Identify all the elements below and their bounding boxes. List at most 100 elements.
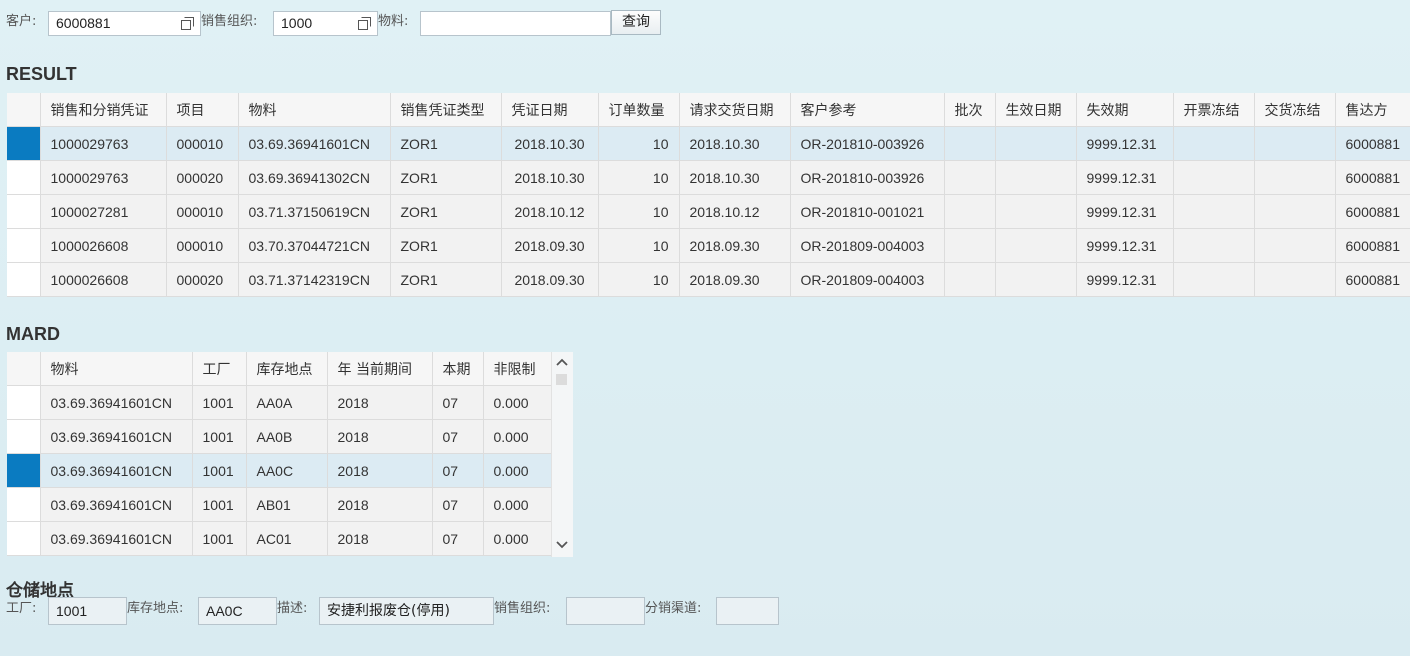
mard-cell: 07 <box>432 487 484 522</box>
storage-salesorg-field[interactable] <box>566 597 645 625</box>
mard-column-header[interactable]: 库存地点 <box>246 352 328 386</box>
result-column-header[interactable]: 销售和分销凭证 <box>40 93 167 127</box>
result-cell: 2018.10.30 <box>679 126 791 161</box>
query-button[interactable]: 查询 <box>611 10 661 35</box>
mard-column-header[interactable]: 年 当前期间 <box>327 352 433 386</box>
mard-cell: 03.69.36941601CN <box>40 487 193 522</box>
row-selector[interactable] <box>7 126 41 161</box>
result-cell: 000010 <box>166 126 239 161</box>
mard-cell: 2018 <box>327 521 433 556</box>
result-cell <box>1173 160 1255 195</box>
result-column-header[interactable]: 订单数量 <box>598 93 680 127</box>
row-selector[interactable] <box>7 385 41 420</box>
result-cell: OR-201810-001021 <box>790 194 945 229</box>
result-cell: ZOR1 <box>390 194 502 229</box>
result-cell: 2018.09.30 <box>679 262 791 297</box>
mard-table-row[interactable]: 03.69.36941601CN 1001 AA0A 2018 07 0.000 <box>7 385 552 420</box>
result-cell: 1000026608 <box>40 262 167 297</box>
mard-column-header[interactable]: 工厂 <box>192 352 247 386</box>
result-cell: 1000029763 <box>40 126 167 161</box>
mard-cell: 07 <box>432 453 484 488</box>
result-column-header[interactable]: 客户参考 <box>790 93 945 127</box>
location-field[interactable]: AA0C <box>198 597 277 625</box>
result-column-header[interactable]: 售达方 <box>1335 93 1410 127</box>
result-cell: 9999.12.31 <box>1076 194 1174 229</box>
result-column-header[interactable]: 生效日期 <box>995 93 1077 127</box>
result-cell <box>995 228 1077 263</box>
result-table-row[interactable]: 1000027281 000010 03.71.37150619CN ZOR1 2018… <box>7 194 1410 229</box>
row-selector[interactable] <box>7 487 41 522</box>
salesorg-value: 1000 <box>281 15 313 31</box>
result-column-header[interactable]: 销售凭证类型 <box>390 93 502 127</box>
result-cell: 9999.12.31 <box>1076 126 1174 161</box>
value-help-icon[interactable] <box>181 17 194 30</box>
result-cell: 10 <box>598 262 680 297</box>
result-cell <box>1173 228 1255 263</box>
result-cell <box>944 228 996 263</box>
scroll-thumb[interactable] <box>556 374 567 385</box>
mard-cell: 07 <box>432 419 484 454</box>
result-cell <box>1254 160 1336 195</box>
result-table-row[interactable]: 1000026608 000020 03.71.37142319CN ZOR1 2018… <box>7 262 1410 297</box>
result-column-header[interactable]: 请求交货日期 <box>679 93 791 127</box>
result-cell <box>995 262 1077 297</box>
row-selector[interactable] <box>7 453 41 488</box>
plant-field[interactable]: 1001 <box>48 597 127 625</box>
mard-cell: 1001 <box>192 419 247 454</box>
mard-cell: 0.000 <box>483 385 552 420</box>
scroll-down-icon[interactable] <box>556 540 568 550</box>
result-table-row[interactable]: 1000026608 000010 03.70.37044721CN ZOR1 2018… <box>7 228 1410 263</box>
mard-cell: 1001 <box>192 453 247 488</box>
row-selector[interactable] <box>7 419 41 454</box>
customer-label: 客户: <box>6 14 37 29</box>
mard-table-row[interactable]: 03.69.36941601CN 1001 AA0C 2018 07 0.000 <box>7 453 552 488</box>
result-cell: 6000881 <box>1335 228 1410 263</box>
result-column-header[interactable]: 凭证日期 <box>501 93 599 127</box>
value-help-icon[interactable] <box>358 17 371 30</box>
row-selector[interactable] <box>7 194 41 229</box>
result-cell: 2018.10.30 <box>679 160 791 195</box>
mard-cell: 07 <box>432 521 484 556</box>
scroll-up-icon[interactable] <box>556 357 568 367</box>
mard-table-row[interactable]: 03.69.36941601CN 1001 AA0B 2018 07 0.000 <box>7 419 552 454</box>
result-table-row[interactable]: 1000029763 000020 03.69.36941302CN ZOR1 2018… <box>7 160 1410 195</box>
mard-cell: 03.69.36941601CN <box>40 521 193 556</box>
row-selector[interactable] <box>7 521 41 556</box>
result-cell: OR-201810-003926 <box>790 126 945 161</box>
result-cell <box>1173 126 1255 161</box>
material-input[interactable] <box>420 11 611 36</box>
row-selector[interactable] <box>7 262 41 297</box>
row-selector[interactable] <box>7 160 41 195</box>
mard-scrollbar[interactable] <box>551 352 573 557</box>
desc-field[interactable]: 安捷利报废仓(停用) <box>319 597 494 625</box>
result-column-header[interactable]: 开票冻结 <box>1173 93 1255 127</box>
result-column-header[interactable]: 物料 <box>238 93 391 127</box>
mard-table-row[interactable]: 03.69.36941601CN 1001 AB01 2018 07 0.000 <box>7 487 552 522</box>
result-column-header[interactable]: 失效期 <box>1076 93 1174 127</box>
customer-value: 6000881 <box>56 15 111 31</box>
result-cell <box>1254 228 1336 263</box>
result-cell: 03.69.36941302CN <box>238 160 391 195</box>
mard-cell: 1001 <box>192 487 247 522</box>
mard-column-header[interactable]: 本期 <box>432 352 484 386</box>
result-column-header[interactable]: 项目 <box>166 93 239 127</box>
customer-input[interactable]: 6000881 <box>48 11 201 36</box>
result-cell: 000010 <box>166 194 239 229</box>
mard-table-row[interactable]: 03.69.36941601CN 1001 AC01 2018 07 0.000 <box>7 521 552 556</box>
salesorg-input[interactable]: 1000 <box>273 11 378 36</box>
mard-title: MARD <box>6 324 60 344</box>
result-cell: 10 <box>598 126 680 161</box>
result-table-row[interactable]: 1000029763 000010 03.69.36941601CN ZOR1 2018… <box>7 126 1410 161</box>
result-column-header[interactable]: 批次 <box>944 93 996 127</box>
mard-column-header[interactable]: 物料 <box>40 352 193 386</box>
result-cell: 6000881 <box>1335 262 1410 297</box>
result-cell: 1000026608 <box>40 228 167 263</box>
channel-field[interactable] <box>716 597 779 625</box>
row-selector-header[interactable] <box>7 93 41 127</box>
mard-column-header[interactable]: 非限制 <box>483 352 552 386</box>
row-selector-header[interactable] <box>7 352 41 386</box>
result-cell: ZOR1 <box>390 262 502 297</box>
result-column-header[interactable]: 交货冻结 <box>1254 93 1336 127</box>
result-cell: 9999.12.31 <box>1076 160 1174 195</box>
row-selector[interactable] <box>7 228 41 263</box>
